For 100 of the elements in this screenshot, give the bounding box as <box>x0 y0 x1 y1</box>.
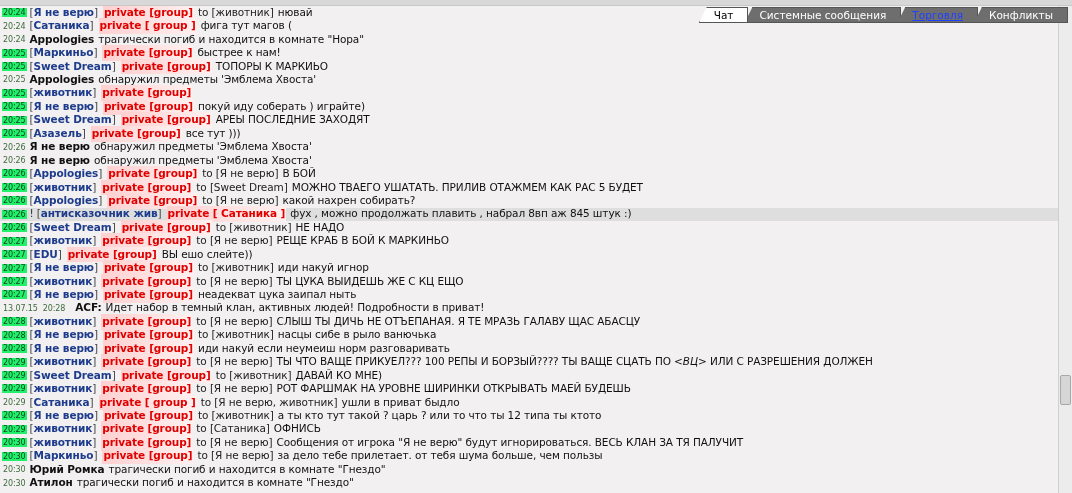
message-text: ТЫ ЧТО ВАЩЕ ПРИКУЕЛ??? 100 РЕПЫ И БОРЗЫЙ???? ТЫ ВАЩЕ СЦАТЬ ПО <ВЦ> ИЛИ С РАЗРЕШЕНИЯ ДОЛЖЕН <box>276 354 873 369</box>
message-text: ДАВАЙ КО МНЕ) <box>295 367 382 383</box>
player-name: Атилон <box>29 475 73 491</box>
message-text: покуй иду соберать ) играйте) <box>197 98 365 114</box>
timestamp: 20:26 <box>2 169 27 179</box>
channel-tag: private [group] <box>102 448 194 465</box>
timestamp: 20:30 <box>2 438 27 448</box>
message-text: а ты кто тут такой ? царь ? или то что ты 12 типа ты ктото <box>277 408 602 423</box>
channel-tag: private [group] <box>102 45 194 61</box>
sender-name[interactable]: [Sweet Dream] <box>29 58 116 75</box>
timestamp: 20:30 <box>2 478 27 488</box>
sender-name[interactable]: [животник] <box>29 313 97 330</box>
timestamp: 20:30 <box>2 451 27 461</box>
message-text: Идет набор в темный клан, активных людей! Подробности в приват! <box>105 300 485 316</box>
message-text: ОФНИСЬ <box>273 421 321 437</box>
player-name: Appologies <box>29 72 95 88</box>
timestamp: 20:26 <box>2 196 27 206</box>
scrollbar[interactable] <box>1058 6 1072 493</box>
timestamp: 20:26 <box>2 182 27 192</box>
timestamp: 20:28 <box>2 330 27 340</box>
alert-mark: ! <box>29 206 34 222</box>
message-text: Сообщения от игрока "Я не верю" будут игнорироваться. ВЕСЬ КЛАН ЗА ТЯ ПАЛУЧИТ <box>276 434 744 450</box>
timestamp: 20:27 <box>2 276 27 286</box>
player-name: ACF: <box>75 300 102 316</box>
recipient[interactable]: to [Я не верю] <box>196 273 273 290</box>
message-text: обнаружил предметы 'Эмблема Хвоста' <box>98 72 316 88</box>
timestamp: 20:25 <box>2 48 27 58</box>
timestamp: 20:29 <box>2 411 27 421</box>
timestamp: 20:26 <box>2 223 27 233</box>
sender-name[interactable]: [Sweet Dream] <box>29 367 116 384</box>
sender-name[interactable]: [Я не верю] <box>29 287 98 303</box>
message-text: обнаружил предметы 'Эмблема Хвоста' <box>93 139 312 155</box>
sender-name[interactable]: [Я не верю] <box>29 260 98 276</box>
timestamp: 20:24 <box>2 21 27 31</box>
sender-name[interactable]: [животник] <box>29 354 97 370</box>
timestamp: 20:29 <box>2 371 27 381</box>
message-text: какой нахрен собирать? <box>282 193 416 208</box>
message-text: СЛЫШ ТЫ ДИЧЬ НЕ ОТЪЕПАНАЯ. Я ТЕ МРАЗЬ ГАЛАВУ ЩАС АБАСЦУ <box>276 313 641 329</box>
timestamp: 20:30 <box>2 465 27 475</box>
message-text: ТЫ ЦУКА ВЫИДЕШЬ ЖЕ С КЦ ЕЩО <box>276 273 464 289</box>
message-text: фух , можно продолжать плавить , набрал 8вп аж 845 штук :) <box>290 206 632 222</box>
message-text: нювай <box>277 6 313 20</box>
timestamp: 13.07.15 20:28 <box>2 303 67 313</box>
timestamp: 20:25 <box>2 61 27 71</box>
timestamp: 20:26 <box>2 142 27 152</box>
message-text: МОЖНО ТВАЕГО УШАТАТЬ. ПРИЛИВ ОТАЖМЕМ КАК РАС 5 БУДЕТ <box>291 179 643 195</box>
sender-name[interactable]: [животник] <box>29 381 97 397</box>
message-text: НЕ НАДО <box>295 219 345 235</box>
sender-name[interactable]: [Я не верю] <box>29 6 98 21</box>
recipient[interactable]: to [животник] <box>197 260 274 276</box>
channel-tag: private [group] <box>102 287 194 303</box>
tab[interactable]: Конфликты <box>974 7 1068 23</box>
scrollbar-thumb[interactable] <box>1060 375 1071 405</box>
player-name: Я не верю <box>29 139 90 155</box>
timestamp: 20:25 <box>2 115 27 125</box>
timestamp: 20:25 <box>2 129 27 139</box>
message-text: РОТ ФАРШМАК НА УРОВНЕ ШИРИНКИ ОТКРЫВАТЬ МАЕЙ БУДЕШЬ <box>276 381 631 397</box>
sender-name[interactable]: [Appologies] <box>29 166 103 182</box>
timestamp: 20:28 <box>2 317 27 327</box>
recipient[interactable]: to [Я не верю] <box>196 313 273 330</box>
sender-name[interactable]: [животник] <box>29 273 97 290</box>
timestamp: 20:25 <box>2 88 27 98</box>
channel-tag: private [ Сатаника ] <box>166 206 287 223</box>
channel-tag: private [group] <box>120 112 212 129</box>
timestamp: 20:27 <box>2 263 27 273</box>
recipient[interactable]: to [Я не верю] <box>202 166 279 182</box>
message-text: иди накуй игнор <box>277 260 369 276</box>
timestamp: 20:25 <box>2 75 27 85</box>
recipient[interactable]: to [животник] <box>197 6 274 21</box>
message-text: фига тут магов ( <box>200 18 292 34</box>
channel-tag: private [group] <box>101 354 193 370</box>
timestamp: 20:29 <box>2 357 27 367</box>
message-text: ТОПОРЫ К МАРКИЬО <box>215 58 329 74</box>
timestamp: 20:29 <box>2 397 27 407</box>
timestamp: 20:26 <box>2 156 27 166</box>
timestamp: 20:24 <box>2 35 27 45</box>
recipient[interactable]: to [животник] <box>215 367 292 384</box>
message-text: неадекват цука заипал ныть <box>197 287 357 303</box>
message-text: трагически погиб и находится в комнате "Гнездо" <box>76 475 354 491</box>
timestamp: 20:27 <box>2 290 27 300</box>
message-text: насцы сибе в рыло ванючька <box>277 327 437 343</box>
sender-name[interactable]: [Маркиньо] <box>29 45 98 61</box>
message-text: РЕЩЕ КРАБ В БОЙ К МАРКИНЬО <box>276 233 449 249</box>
message-text: В БОЙ <box>282 166 316 182</box>
timestamp: 20:25 <box>2 102 27 112</box>
timestamp: 20:27 <box>2 250 27 260</box>
channel-tag: private [ group ] <box>98 18 197 35</box>
player-name: Я не верю <box>29 152 90 168</box>
tab[interactable]: Чат <box>698 7 749 23</box>
message-text: АРЕЫ ПОСЛЕДНИЕ ЗАХОДЯТ <box>215 112 370 128</box>
timestamp: 20:29 <box>2 424 27 434</box>
timestamp: 20:28 <box>2 344 27 354</box>
timestamp: 20:29 <box>2 384 27 394</box>
timestamp: 20:26 <box>2 209 27 219</box>
recipient[interactable]: to [Я не верю] <box>196 381 273 397</box>
message-text: быстрее к нам! <box>197 45 281 61</box>
message-text: за дело тебе прилетает. от тебя шума больше, чем пользы <box>277 448 603 464</box>
message-text: ушли в приват быдло <box>341 394 460 410</box>
timestamp: 20:24 <box>2 8 27 18</box>
recipient[interactable]: to [Я не верю] <box>196 354 273 370</box>
